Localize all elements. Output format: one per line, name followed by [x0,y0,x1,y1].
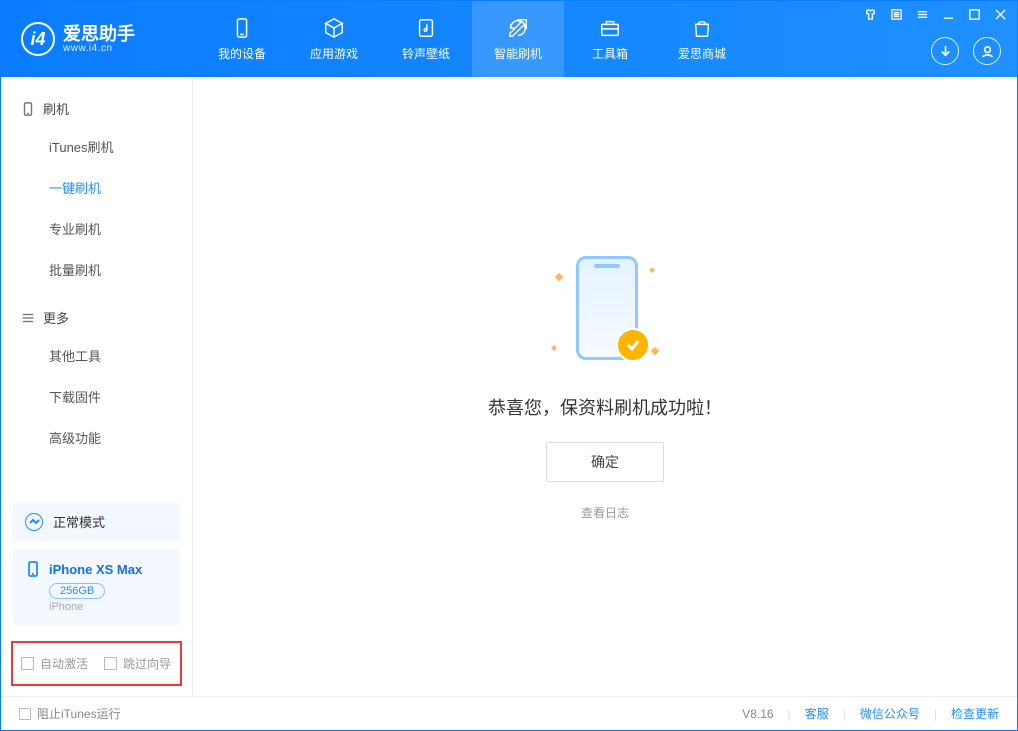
list-icon[interactable] [889,7,903,21]
version-label: V8.16 [742,707,773,721]
refresh-icon [506,16,530,40]
logo-icon: i4 [21,22,55,56]
sidebar: 刷机 iTunes刷机 一键刷机 专业刷机 批量刷机 更多 其他工具 下载固件 … [1,77,193,696]
sidebar-section-flash: 刷机 [1,91,192,126]
phone-icon [21,102,35,116]
music-icon [414,16,438,40]
block-itunes-checkbox[interactable]: 阻止iTunes运行 [19,705,121,722]
sidebar-item-itunes-flash[interactable]: iTunes刷机 [1,126,192,167]
success-illustration [540,252,670,372]
sidebar-item-other-tools[interactable]: 其他工具 [1,335,192,376]
mode-icon [25,513,43,531]
ok-button[interactable]: 确定 [546,442,664,482]
checkbox-icon [19,708,31,720]
auto-activate-checkbox[interactable]: 自动激活 [21,655,88,672]
device-name: iPhone XS Max [49,562,142,577]
nav-apps[interactable]: 应用游戏 [288,1,380,77]
header: i4 爱思助手 www.i4.cn 我的设备 应用游戏 铃声壁纸 智能刷机 [1,1,1017,77]
menu-icon[interactable] [915,7,929,21]
minimize-button[interactable] [941,7,955,21]
sidebar-item-advanced[interactable]: 高级功能 [1,417,192,458]
header-actions [931,37,1001,65]
device-card[interactable]: iPhone XS Max 256GB iPhone [13,549,180,625]
skip-guide-checkbox[interactable]: 跳过向导 [104,655,171,672]
device-icon [230,16,254,40]
sidebar-item-pro-flash[interactable]: 专业刷机 [1,208,192,249]
body: 刷机 iTunes刷机 一键刷机 专业刷机 批量刷机 更多 其他工具 下载固件 … [1,77,1017,696]
app-name: 爱思助手 [63,25,135,43]
maximize-button[interactable] [967,7,981,21]
top-nav: 我的设备 应用游戏 铃声壁纸 智能刷机 工具箱 爱思商城 [196,1,748,77]
highlighted-options: 自动激活 跳过向导 [11,641,182,686]
sidebar-item-download-firmware[interactable]: 下载固件 [1,376,192,417]
nav-my-device[interactable]: 我的设备 [196,1,288,77]
nav-store[interactable]: 爱思商城 [656,1,748,77]
device-capacity: 256GB [49,583,105,599]
main-content: 恭喜您，保资料刷机成功啦！ 确定 查看日志 [193,77,1017,696]
sparkle-icon [649,267,655,273]
sparkle-icon [555,273,563,281]
window-controls [863,7,1007,21]
close-button[interactable] [993,7,1007,21]
footer: 阻止iTunes运行 V8.16 | 客服 | 微信公众号 | 检查更新 [1,696,1017,730]
bag-icon [690,16,714,40]
view-log-link[interactable]: 查看日志 [581,504,629,521]
checkbox-icon [21,657,34,670]
download-button[interactable] [931,37,959,65]
user-button[interactable] [973,37,1001,65]
cube-icon [322,16,346,40]
nav-flash[interactable]: 智能刷机 [472,1,564,77]
sidebar-item-oneclick-flash[interactable]: 一键刷机 [1,167,192,208]
app-url: www.i4.cn [63,43,135,54]
logo[interactable]: i4 爱思助手 www.i4.cn [1,22,196,56]
footer-link-update[interactable]: 检查更新 [951,705,999,722]
device-phone-icon [25,561,41,577]
sparkle-icon [651,347,659,355]
footer-link-wechat[interactable]: 微信公众号 [860,705,920,722]
shirt-icon[interactable] [863,7,877,21]
checkmark-badge [616,328,650,362]
menu-lines-icon [21,311,35,325]
app-window: i4 爱思助手 www.i4.cn 我的设备 应用游戏 铃声壁纸 智能刷机 [0,0,1018,731]
success-message: 恭喜您，保资料刷机成功啦！ [488,394,722,420]
nav-ringtone[interactable]: 铃声壁纸 [380,1,472,77]
sidebar-section-more: 更多 [1,300,192,335]
device-type: iPhone [49,601,168,613]
device-mode[interactable]: 正常模式 [13,502,180,541]
toolbox-icon [598,16,622,40]
footer-link-support[interactable]: 客服 [805,705,829,722]
sparkle-icon [551,345,557,351]
nav-toolbox[interactable]: 工具箱 [564,1,656,77]
checkbox-icon [104,657,117,670]
sidebar-item-batch-flash[interactable]: 批量刷机 [1,249,192,290]
